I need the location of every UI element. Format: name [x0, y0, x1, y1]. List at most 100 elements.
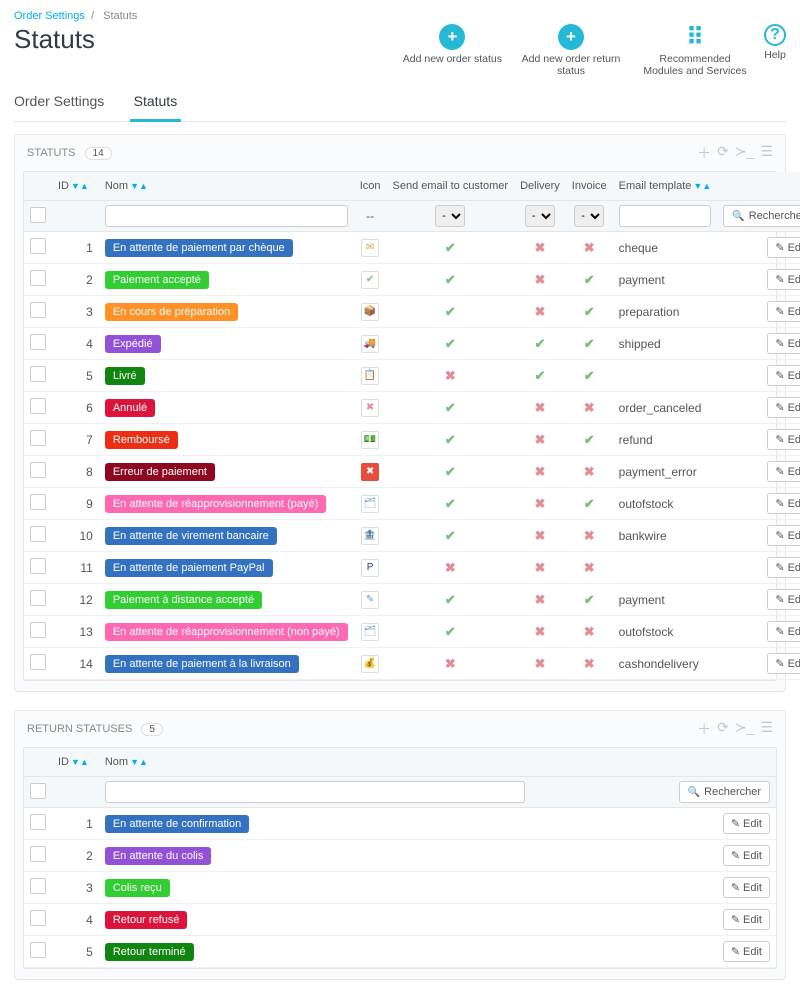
sort-id[interactable]: ▼▲ — [71, 181, 89, 191]
add-icon[interactable]: ＋ — [697, 719, 711, 739]
delivery-cell: ✖ — [514, 392, 566, 424]
edit-button[interactable]: Edit — [767, 365, 800, 386]
edit-button[interactable]: Edit — [767, 493, 800, 514]
table-row[interactable]: 1En attente de confirmationEdit — [24, 808, 776, 840]
table-row[interactable]: 7Remboursé💵✔✖✔refundEdit — [24, 424, 800, 456]
recommended-modules-button[interactable]: ⠿ Recommended Modules and Services — [640, 24, 750, 77]
table-row[interactable]: 4Retour refuséEdit — [24, 904, 776, 936]
row-checkbox[interactable] — [30, 526, 46, 542]
edit-button[interactable]: Edit — [767, 461, 800, 482]
select-all-checkbox[interactable] — [30, 207, 46, 223]
status-badge: Retour terminé — [105, 943, 194, 961]
edit-button[interactable]: Edit — [767, 397, 800, 418]
refresh-icon[interactable]: ⟳ — [717, 719, 729, 739]
status-icon: 🗂 — [361, 623, 379, 641]
filter-return-nom-input[interactable] — [105, 781, 525, 803]
table-row[interactable]: 2Paiement accepté✔✔✖✔paymentEdit — [24, 264, 800, 296]
breadcrumb-parent[interactable]: Order Settings — [14, 10, 85, 22]
row-checkbox[interactable] — [30, 814, 46, 830]
table-row[interactable]: 1En attente de paiement par chèque✉✔✖✖ch… — [24, 232, 800, 264]
table-row[interactable]: 5Livré📋✖✔✔Edit — [24, 360, 800, 392]
check-icon: ✔ — [584, 496, 595, 511]
edit-button[interactable]: Edit — [723, 941, 770, 962]
row-checkbox[interactable] — [30, 558, 46, 574]
filter-email-select[interactable]: - — [435, 205, 465, 227]
add-order-status-button[interactable]: + Add new order status — [403, 24, 502, 77]
edit-button[interactable]: Edit — [767, 525, 800, 546]
edit-button[interactable]: Edit — [767, 621, 800, 642]
tab-statuts[interactable]: Statuts — [130, 85, 182, 122]
table-row[interactable]: 9En attente de réapprovisionnement (payé… — [24, 488, 800, 520]
table-row[interactable]: 13En attente de réapprovisionnement (non… — [24, 616, 800, 648]
search-return-button[interactable]: Rechercher — [679, 781, 770, 803]
email-cell: ✔ — [387, 488, 515, 520]
tab-order-settings[interactable]: Order Settings — [14, 85, 116, 119]
table-row[interactable]: 8Erreur de paiement✖✔✖✖payment_errorEdit — [24, 456, 800, 488]
search-button[interactable]: Rechercher — [723, 205, 800, 227]
statuses-table: ID▼▲ Nom▼▲ Icon Send email to customer D… — [24, 172, 800, 680]
table-row[interactable]: 14En attente de paiement à la livraison💰… — [24, 648, 800, 680]
table-row[interactable]: 11En attente de paiement PayPalP✖✖✖Edit — [24, 552, 800, 584]
row-id: 3 — [52, 296, 99, 328]
row-checkbox[interactable] — [30, 270, 46, 286]
table-row[interactable]: 5Retour terminéEdit — [24, 936, 776, 968]
edit-button[interactable]: Edit — [767, 653, 800, 674]
row-checkbox[interactable] — [30, 654, 46, 670]
edit-button[interactable]: Edit — [723, 909, 770, 930]
status-badge: Expédié — [105, 335, 161, 353]
edit-button[interactable]: Edit — [767, 333, 800, 354]
row-checkbox[interactable] — [30, 398, 46, 414]
row-id: 5 — [52, 360, 99, 392]
table-row[interactable]: 6Annulé✖✔✖✖order_canceledEdit — [24, 392, 800, 424]
row-checkbox[interactable] — [30, 366, 46, 382]
edit-button[interactable]: Edit — [723, 877, 770, 898]
refresh-icon[interactable]: ⟳ — [717, 143, 729, 163]
table-row[interactable]: 3Colis reçuEdit — [24, 872, 776, 904]
row-checkbox[interactable] — [30, 494, 46, 510]
sql-icon[interactable]: ≻_ — [735, 719, 755, 739]
row-checkbox[interactable] — [30, 302, 46, 318]
row-checkbox[interactable] — [30, 622, 46, 638]
edit-button[interactable]: Edit — [767, 429, 800, 450]
return-panel-title: Return Statuses — [27, 723, 132, 735]
filter-delivery-select[interactable]: - — [525, 205, 555, 227]
edit-button[interactable]: Edit — [767, 237, 800, 258]
row-checkbox[interactable] — [30, 590, 46, 606]
edit-button[interactable]: Edit — [767, 301, 800, 322]
table-row[interactable]: 12Paiement à distance accepté✎✔✖✔payment… — [24, 584, 800, 616]
sort-return-nom[interactable]: ▼▲ — [130, 757, 148, 767]
table-row[interactable]: 2En attente du colisEdit — [24, 840, 776, 872]
row-checkbox[interactable] — [30, 942, 46, 958]
edit-button[interactable]: Edit — [723, 845, 770, 866]
row-checkbox[interactable] — [30, 878, 46, 894]
table-row[interactable]: 10En attente de virement bancaire🏦✔✖✖ban… — [24, 520, 800, 552]
edit-button[interactable]: Edit — [767, 557, 800, 578]
email-cell: ✔ — [387, 584, 515, 616]
select-all-return-checkbox[interactable] — [30, 783, 46, 799]
row-checkbox[interactable] — [30, 462, 46, 478]
edit-button[interactable]: Edit — [723, 813, 770, 834]
edit-button[interactable]: Edit — [767, 269, 800, 290]
sort-return-id[interactable]: ▼▲ — [71, 757, 89, 767]
help-button[interactable]: ? Help — [764, 24, 786, 77]
add-return-status-button[interactable]: + Add new order return status — [516, 24, 626, 77]
filter-template-input[interactable] — [619, 205, 712, 227]
sql-icon[interactable]: ≻_ — [735, 143, 755, 163]
table-row[interactable]: 3En cours de préparation📦✔✖✔preparationE… — [24, 296, 800, 328]
export-icon[interactable]: ☰ — [760, 143, 773, 163]
row-checkbox[interactable] — [30, 430, 46, 446]
edit-button[interactable]: Edit — [767, 589, 800, 610]
filter-nom-input[interactable] — [105, 205, 348, 227]
row-checkbox[interactable] — [30, 238, 46, 254]
row-checkbox[interactable] — [30, 334, 46, 350]
invoice-cell: ✔ — [566, 328, 613, 360]
row-checkbox[interactable] — [30, 846, 46, 862]
row-checkbox[interactable] — [30, 910, 46, 926]
sort-nom[interactable]: ▼▲ — [130, 181, 148, 191]
filter-invoice-select[interactable]: - — [574, 205, 604, 227]
add-icon[interactable]: ＋ — [697, 143, 711, 163]
export-icon[interactable]: ☰ — [760, 719, 773, 739]
sort-template[interactable]: ▼▲ — [693, 181, 711, 191]
table-row[interactable]: 4Expédié🚚✔✔✔shippedEdit — [24, 328, 800, 360]
row-id: 14 — [52, 648, 99, 680]
